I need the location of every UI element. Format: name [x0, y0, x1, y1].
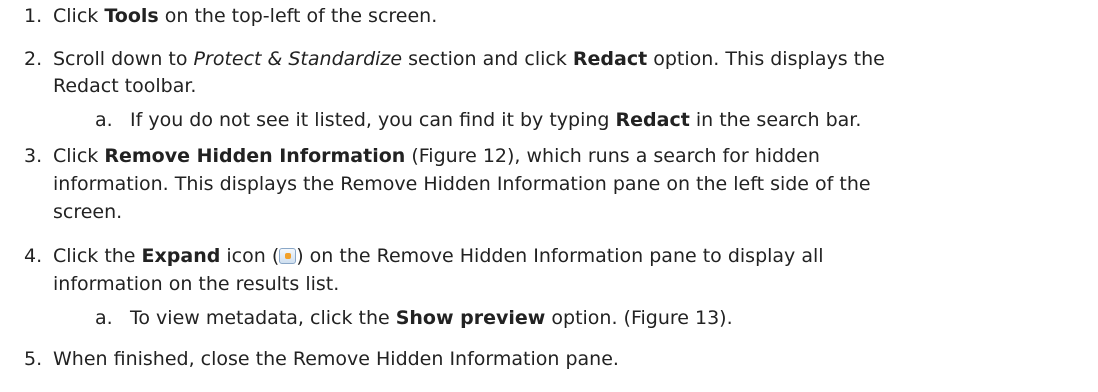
step-text: Click Remove Hidden Information (Figure …	[53, 145, 820, 167]
expand-label: Expand	[141, 245, 221, 267]
remove-hidden-info-label: Remove Hidden Information	[104, 145, 406, 167]
step-text: Click the Expand icon () on the Remove H…	[53, 245, 824, 267]
substep-letter: a.	[95, 109, 113, 131]
substep-text: To view metadata, click the Show preview…	[130, 307, 733, 329]
redact-label: Redact	[572, 48, 648, 70]
step-text: Scroll down to Protect & Standardize sec…	[53, 48, 885, 70]
step-text: Click Tools on the top-left of the scree…	[53, 5, 438, 27]
section-name: Protect & Standardize	[193, 48, 403, 70]
step-number: 4.	[24, 245, 43, 267]
step-text: When finished, close the Remove Hidden I…	[53, 348, 619, 370]
step-number: 1.	[24, 5, 43, 27]
step-number: 3.	[24, 145, 43, 167]
substep-text: If you do not see it listed, you can fin…	[130, 109, 862, 131]
tools-label: Tools	[104, 5, 159, 27]
substep-letter: a.	[95, 307, 113, 329]
step-number: 5.	[24, 348, 43, 370]
step-number: 2.	[24, 48, 43, 70]
show-preview-label: Show preview	[395, 307, 546, 329]
instruction-list: 1. Click Tools on the top-left of the sc…	[0, 0, 1098, 392]
expand-icon	[279, 248, 297, 264]
redact-label: Redact	[615, 109, 690, 131]
